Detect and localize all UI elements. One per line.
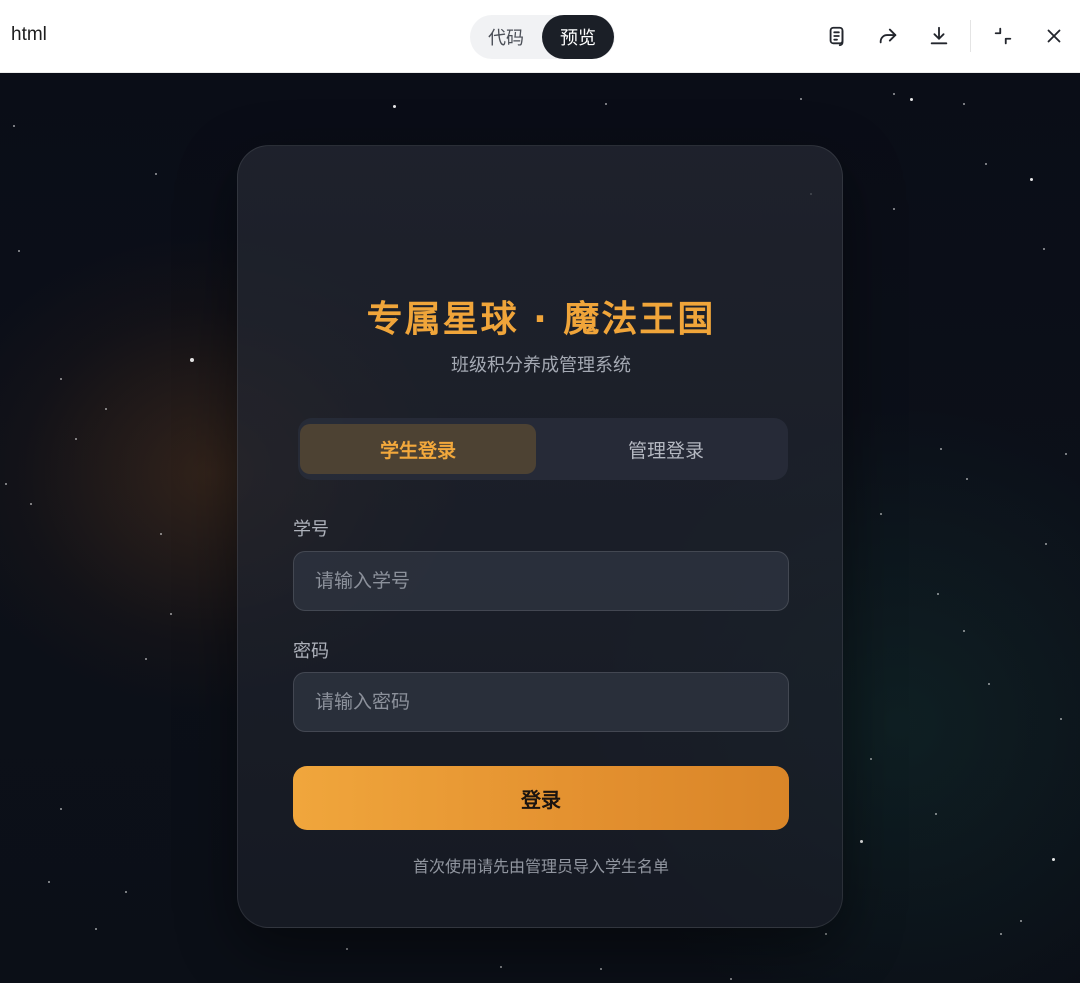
star bbox=[940, 448, 942, 450]
star bbox=[75, 438, 77, 440]
preview-stage: 专属星球 · 魔法王国 班级积分养成管理系统 学生登录 管理登录 学号 密码 登… bbox=[0, 73, 1080, 983]
star bbox=[95, 928, 97, 930]
star bbox=[145, 658, 147, 660]
star bbox=[160, 533, 162, 535]
preview-tab[interactable]: 预览 bbox=[542, 15, 614, 59]
star bbox=[48, 881, 50, 883]
password-input[interactable] bbox=[293, 672, 789, 732]
star bbox=[600, 968, 602, 970]
star bbox=[605, 103, 607, 105]
star bbox=[963, 630, 965, 632]
tab-admin-login[interactable]: 管理登录 bbox=[548, 424, 784, 474]
star bbox=[13, 125, 15, 127]
star bbox=[18, 250, 20, 252]
close-icon[interactable] bbox=[1041, 23, 1067, 49]
page-title: 专属星球 · 魔法王国 bbox=[366, 299, 716, 340]
star bbox=[500, 966, 502, 968]
student-id-label: 学号 bbox=[293, 519, 329, 540]
view-toggle: 代码 预览 bbox=[470, 15, 615, 59]
star bbox=[1020, 920, 1022, 922]
star bbox=[60, 378, 62, 380]
import-hint: 首次使用请先由管理员导入学生名单 bbox=[412, 857, 669, 876]
star bbox=[1060, 718, 1062, 720]
tab-student-login[interactable]: 学生登录 bbox=[300, 424, 536, 474]
login-button[interactable]: 登录 bbox=[293, 766, 789, 830]
star bbox=[1030, 178, 1033, 181]
copy-icon[interactable] bbox=[824, 23, 850, 49]
password-label: 密码 bbox=[293, 641, 329, 662]
star bbox=[880, 513, 882, 515]
star bbox=[988, 683, 990, 685]
window-title: html bbox=[11, 24, 47, 45]
star bbox=[1000, 933, 1002, 935]
login-card: 专属星球 · 魔法王国 班级积分养成管理系统 学生登录 管理登录 学号 密码 登… bbox=[237, 145, 843, 928]
code-tab[interactable]: 代码 bbox=[470, 15, 542, 59]
star bbox=[30, 503, 32, 505]
star bbox=[937, 593, 939, 595]
star bbox=[893, 208, 895, 210]
star bbox=[966, 478, 968, 480]
star bbox=[5, 483, 7, 485]
star bbox=[1052, 858, 1055, 861]
window-header: html 代码 预览 bbox=[0, 0, 1080, 73]
share-icon[interactable] bbox=[875, 23, 901, 49]
star bbox=[910, 98, 913, 101]
star bbox=[730, 978, 732, 980]
star bbox=[860, 840, 863, 843]
star bbox=[935, 813, 937, 815]
star bbox=[1045, 543, 1047, 545]
star bbox=[60, 808, 62, 810]
star bbox=[155, 173, 157, 175]
star bbox=[346, 948, 348, 950]
star bbox=[825, 933, 827, 935]
collapse-icon[interactable] bbox=[990, 23, 1016, 49]
star bbox=[125, 891, 127, 893]
student-id-input[interactable] bbox=[293, 551, 789, 611]
star bbox=[800, 98, 802, 100]
star bbox=[1065, 453, 1067, 455]
star bbox=[1043, 248, 1045, 250]
star bbox=[870, 758, 872, 760]
star bbox=[105, 408, 107, 410]
star bbox=[170, 613, 172, 615]
star bbox=[985, 163, 987, 165]
star bbox=[893, 93, 895, 95]
star bbox=[393, 105, 396, 108]
toolbar-divider bbox=[970, 20, 971, 52]
page-subtitle: 班级积分养成管理系统 bbox=[451, 355, 631, 376]
star bbox=[963, 103, 965, 105]
star bbox=[190, 358, 194, 362]
download-icon[interactable] bbox=[926, 23, 952, 49]
login-type-tabs: 学生登录 管理登录 bbox=[298, 418, 788, 480]
